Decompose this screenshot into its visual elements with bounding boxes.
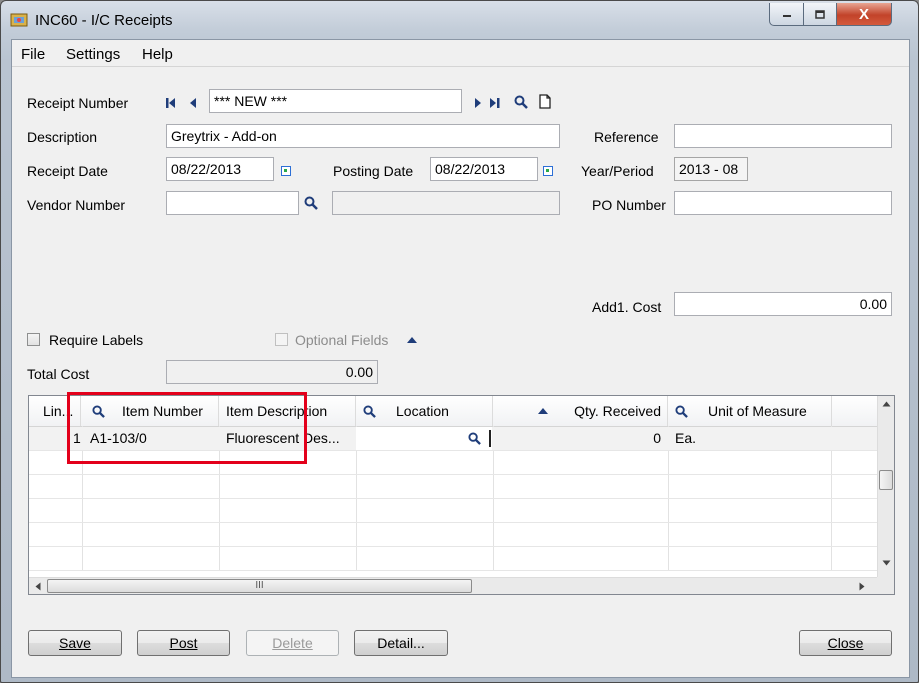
menu-settings[interactable]: Settings — [66, 46, 120, 63]
save-button-label: Save — [59, 635, 91, 651]
year-period-label: Year/Period — [581, 163, 654, 179]
table-row[interactable] — [29, 475, 877, 499]
receipt-number-field[interactable]: *** NEW *** — [209, 89, 462, 113]
app-window: INC60 - I/C Receipts X File Settings Hel… — [0, 0, 919, 683]
minimize-button[interactable] — [769, 3, 804, 26]
total-cost-label: Total Cost — [27, 366, 90, 382]
title-bar[interactable]: INC60 - I/C Receipts X — [1, 1, 918, 39]
vertical-scroll-thumb[interactable] — [879, 470, 893, 490]
maximize-icon — [815, 9, 825, 19]
app-icon — [10, 13, 28, 27]
cell-location[interactable] — [356, 427, 492, 450]
table-row[interactable] — [29, 523, 877, 547]
scroll-up-icon[interactable] — [882, 401, 891, 407]
po-number-label: PO Number — [592, 197, 666, 213]
sort-ascending-icon — [538, 408, 548, 414]
delete-button-label: Delete — [272, 635, 313, 651]
vendor-number-label: Vendor Number — [27, 197, 126, 213]
col-header-unit-of-measure[interactable]: Unit of Measure — [668, 396, 832, 426]
year-period-field[interactable]: 2013 - 08 — [674, 157, 748, 181]
col-header-location-label: Location — [396, 403, 449, 419]
scroll-left-icon[interactable] — [35, 582, 41, 591]
reference-field[interactable] — [674, 124, 892, 148]
minimize-icon — [782, 15, 791, 17]
client-area: File Settings Help Receipt Number *** NE… — [11, 39, 910, 678]
optional-fields-label: Optional Fields — [295, 332, 389, 348]
receipt-date-calendar-icon[interactable] — [281, 166, 291, 176]
total-cost-field: 0.00 — [166, 360, 378, 384]
vendor-finder-search-icon[interactable] — [304, 196, 318, 210]
window-title: INC60 - I/C Receipts — [35, 12, 173, 29]
posting-date-calendar-icon[interactable] — [543, 166, 553, 176]
nav-previous-icon[interactable] — [188, 97, 198, 109]
receipt-date-label: Receipt Date — [27, 163, 108, 179]
po-number-field[interactable] — [674, 191, 892, 215]
description-field[interactable]: Greytrix - Add-on — [166, 124, 560, 148]
location-cell-search-icon[interactable] — [468, 432, 481, 445]
collapse-up-icon[interactable] — [406, 336, 418, 344]
receipt-finder-search-icon[interactable] — [514, 95, 528, 109]
detail-button-label: Detail... — [377, 635, 425, 651]
delete-button[interactable]: Delete — [246, 630, 339, 656]
nav-next-icon[interactable] — [473, 97, 483, 109]
cell-qty-received[interactable]: 0 — [653, 430, 661, 446]
post-button-label: Post — [169, 635, 198, 651]
location-search-icon[interactable] — [363, 405, 376, 418]
menu-file[interactable]: File — [21, 46, 45, 63]
vendor-number-field[interactable] — [166, 191, 299, 215]
scroll-down-icon[interactable] — [882, 560, 891, 566]
description-label: Description — [27, 129, 98, 145]
nav-last-icon[interactable] — [489, 97, 503, 109]
require-labels-label: Require Labels — [49, 332, 144, 348]
post-button[interactable]: Post — [137, 630, 230, 656]
table-row[interactable] — [29, 499, 877, 523]
scroll-grip: III — [255, 580, 264, 591]
posting-date-field[interactable]: 08/22/2013 — [430, 157, 538, 181]
col-header-qty-received-label: Qty. Received — [574, 403, 661, 419]
close-button-label: Close — [827, 635, 864, 651]
text-cursor — [489, 430, 491, 447]
receipt-date-field[interactable]: 08/22/2013 — [166, 157, 274, 181]
save-button[interactable]: Save — [28, 630, 122, 656]
addl-cost-field[interactable]: 0.00 — [674, 292, 892, 316]
unit-of-measure-search-icon[interactable] — [675, 405, 688, 418]
highlight-annotation-box — [67, 392, 307, 464]
require-labels-checkbox[interactable] — [27, 333, 40, 346]
new-document-icon[interactable] — [538, 94, 552, 109]
vertical-scrollbar[interactable] — [877, 396, 894, 577]
vendor-name-field — [332, 191, 560, 215]
maximize-button[interactable] — [803, 3, 837, 26]
scroll-right-icon[interactable] — [859, 582, 865, 591]
receipt-number-label: Receipt Number — [27, 95, 129, 111]
reference-label: Reference — [594, 129, 659, 145]
col-header-location[interactable]: Location — [356, 396, 493, 426]
col-header-unit-of-measure-label: Unit of Measure — [708, 403, 807, 419]
detail-button[interactable]: Detail... — [354, 630, 448, 656]
horizontal-scroll-thumb[interactable]: III — [47, 579, 472, 593]
horizontal-scrollbar[interactable]: III — [29, 577, 877, 594]
optional-fields-checkbox[interactable] — [275, 333, 288, 346]
cell-unit-of-measure[interactable]: Ea. — [675, 430, 696, 446]
close-button[interactable]: Close — [799, 630, 892, 656]
scrollbar-corner — [877, 577, 894, 594]
table-row[interactable] — [29, 547, 877, 571]
close-icon: X — [858, 5, 869, 23]
close-window-button[interactable]: X — [836, 3, 892, 26]
menu-bar: File Settings Help — [12, 40, 909, 67]
addl-cost-label: Add1. Cost — [592, 299, 662, 315]
col-header-qty-received[interactable]: Qty. Received — [493, 396, 668, 426]
posting-date-label: Posting Date — [333, 163, 414, 179]
menu-help[interactable]: Help — [142, 46, 173, 63]
